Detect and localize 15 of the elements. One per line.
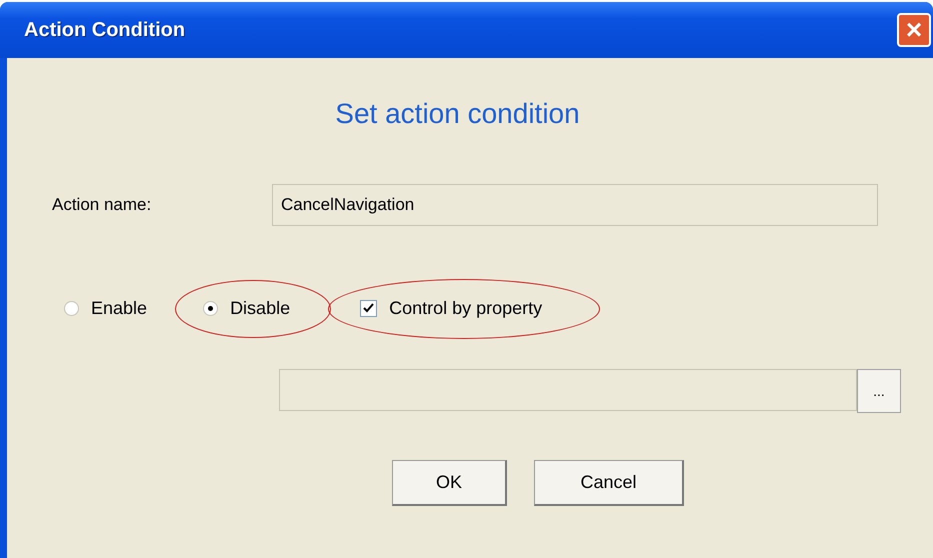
radio-option[interactable]: Disable — [203, 298, 290, 319]
cancel-button[interactable]: Cancel — [534, 460, 684, 506]
radio-button[interactable] — [203, 301, 218, 316]
action-name-label: Action name: — [52, 195, 152, 215]
close-button[interactable]: × — [897, 13, 931, 47]
browse-button[interactable]: ... — [857, 369, 901, 413]
window-title: Action Condition — [24, 18, 186, 42]
dialog-heading: Set action condition — [335, 98, 580, 130]
ok-button[interactable]: OK — [392, 460, 507, 506]
radio-option[interactable]: Enable — [64, 298, 148, 319]
action-name-field[interactable]: CancelNavigation — [272, 184, 878, 226]
radio-button[interactable] — [64, 301, 79, 316]
property-field[interactable] — [279, 369, 857, 411]
checkbox-option[interactable]: Control by property — [360, 298, 542, 319]
checkbox[interactable] — [360, 300, 378, 317]
